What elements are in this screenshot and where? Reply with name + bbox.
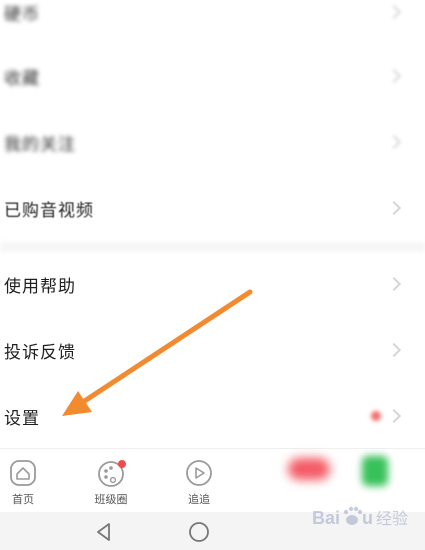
badge-dot: [118, 460, 126, 468]
blurred-nav-item: [362, 456, 388, 486]
blurred-nav-item: [288, 458, 330, 480]
menu-item-coins[interactable]: 硬币: [0, 0, 425, 42]
menu-item-settings[interactable]: 设置: [0, 386, 425, 446]
menu-item-label: 我的关注: [4, 134, 76, 155]
menu-item-label: 硬币: [4, 4, 40, 25]
menu-item-label: 使用帮助: [4, 276, 76, 297]
chevron-right-icon: [386, 4, 402, 20]
chevron-right-icon: [386, 134, 402, 150]
baidu-watermark-logo: Bai u 经验: [312, 498, 424, 538]
chevron-right-icon: [386, 68, 402, 84]
nav-label: 首页: [12, 493, 34, 506]
chevron-right-icon: [386, 408, 402, 424]
nav-label: 追追: [188, 493, 210, 506]
menu-item-following[interactable]: 我的关注: [0, 112, 425, 172]
menu-item-label: 设置: [4, 408, 40, 429]
menu-item-label: 收藏: [4, 68, 40, 89]
nav-item-follow[interactable]: 追追: [164, 449, 234, 513]
notification-dot: [371, 411, 381, 421]
nav-item-class-circle[interactable]: 班级圈: [76, 449, 146, 513]
svg-text:u: u: [362, 508, 373, 528]
palette-icon: [96, 459, 126, 493]
menu-item-label: 已购音视频: [4, 200, 94, 221]
menu-item-feedback[interactable]: 投诉反馈: [0, 320, 425, 380]
menu-item-label: 投诉反馈: [4, 342, 76, 363]
menu-item-purchased-media[interactable]: 已购音视频: [0, 178, 425, 238]
chevron-right-icon: [386, 342, 402, 358]
nav-item-home[interactable]: 首页: [0, 449, 58, 513]
home-circle-icon[interactable]: [188, 521, 210, 547]
menu-item-help[interactable]: 使用帮助: [0, 254, 425, 314]
svg-text:Bai: Bai: [312, 508, 340, 528]
chevron-right-icon: [386, 276, 402, 292]
section-divider: [0, 242, 425, 252]
chevron-right-icon: [386, 200, 402, 216]
svg-text:经验: 经验: [376, 509, 408, 528]
app-screen: 硬币 收藏 我的关注 已购音视频 使用帮助 投诉反馈 设置 首页 班级圈 追追 …: [0, 0, 425, 550]
home-icon: [9, 459, 37, 491]
back-icon[interactable]: [94, 522, 114, 546]
nav-label: 班级圈: [94, 493, 128, 506]
menu-item-favorites[interactable]: 收藏: [0, 46, 425, 106]
play-icon: [185, 459, 213, 491]
